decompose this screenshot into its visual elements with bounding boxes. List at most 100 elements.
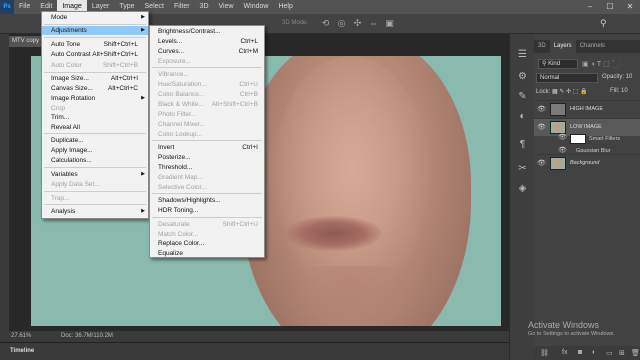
filter-type-icons[interactable]: ▣◑T⬚⬛ [582, 60, 622, 68]
menu-item-label: Invert [158, 144, 175, 151]
smart-filters-row[interactable]: 👁 Smart Filters [534, 134, 640, 145]
menu-item-reveal-all[interactable]: Reveal All [42, 123, 148, 132]
menu-item-shortcut: Ctrl+L [240, 38, 258, 45]
fill-control[interactable]: Fill: 10 [610, 88, 628, 94]
menu-item-auto-contrast[interactable]: Auto Contrast Alt+Shift+Ctrl+L [42, 50, 148, 59]
zoom-level[interactable]: 27.61% [11, 333, 31, 339]
menu-item-equalize[interactable]: Equalize [150, 249, 264, 258]
menu-item-label: Shadows/Highlights... [158, 197, 221, 204]
group-icon[interactable]: ▭ [606, 349, 613, 357]
watermark-subtitle: Go to Settings to activate Windows. [528, 331, 615, 337]
menu-item-mode[interactable]: Mode ▶ [42, 13, 148, 22]
lock-controls[interactable]: Lock: ▦ ✎ ✣ ⬚ 🔒 [536, 88, 588, 95]
menu-item-brightness-contrast[interactable]: Brightness/Contrast... [150, 27, 264, 36]
history-icon[interactable]: ☰ [516, 48, 529, 61]
menu-item-calculations[interactable]: Calculations... [42, 156, 148, 165]
layer-name: LOW IMAGE [570, 124, 602, 130]
menu-item-shortcut: Shift+Ctrl+L [103, 41, 138, 48]
new-layer-icon[interactable]: ⊞ [619, 349, 625, 357]
menu-item-label: Calculations... [51, 157, 92, 164]
layer-style-icon[interactable]: fx [562, 349, 567, 356]
photo-mouth [286, 216, 381, 251]
menu-item-auto-tone[interactable]: Auto Tone Shift+Ctrl+L [42, 40, 148, 49]
brush-icon[interactable]: ✎ [516, 90, 529, 103]
scale-3d-icon[interactable]: ▣ [384, 18, 395, 29]
photo-neck [281, 266, 421, 326]
trash-icon[interactable]: 🗑 [631, 349, 640, 357]
menu-item-image-rotation[interactable]: Image Rotation ▶ [42, 94, 148, 103]
menu-item-shortcut: Shift+Ctrl+B [102, 62, 138, 69]
search-icon[interactable]: ⚲ [600, 18, 607, 29]
menu-item-label: Variables [51, 171, 78, 178]
layer-thumbnail [550, 157, 566, 170]
layer-row-background[interactable]: 👁 Background [534, 154, 640, 172]
menu-item-analysis[interactable]: Analysis ▶ [42, 207, 148, 216]
tab-channels[interactable]: Channels [576, 40, 609, 53]
menu-item-label: Exposure... [158, 58, 191, 65]
menu-item-posterize[interactable]: Posterize... [150, 153, 264, 162]
menu-item-hdr-toning[interactable]: HDR Toning... [150, 206, 264, 215]
properties-icon[interactable]: ⚙ [516, 70, 529, 83]
menu-filter[interactable]: Filter [169, 0, 195, 14]
adjust-icon[interactable]: ◐ [516, 110, 529, 123]
menu-item-levels[interactable]: Levels... Ctrl+L [150, 37, 264, 46]
menu-item-shadows-highlights[interactable]: Shadows/Highlights... [150, 196, 264, 205]
paragraph-icon[interactable]: ¶ [516, 138, 529, 151]
menu-item-canvas-size[interactable]: Canvas Size... Alt+Ctrl+C [42, 84, 148, 93]
blend-mode-select[interactable]: Normal [536, 73, 598, 83]
cube-icon[interactable]: ◈ [516, 182, 529, 195]
visibility-eye-icon[interactable]: 👁 [537, 159, 546, 167]
menu-item-label: Match Color... [158, 231, 199, 238]
menu-item-variables[interactable]: Variables ▶ [42, 170, 148, 179]
filter-mask-thumbnail [570, 134, 586, 144]
menu-item-adjustments[interactable]: Adjustments ▶ [42, 26, 148, 35]
lock-label: Lock: [536, 89, 551, 95]
menu-view[interactable]: View [214, 0, 239, 14]
menu-item-label: Vibrance... [158, 71, 189, 78]
status-bar: 27.61% Doc: 36.7M/110.2M [9, 331, 509, 342]
menu-item-label: Duplicate... [51, 137, 84, 144]
tools-scissors-icon[interactable]: ✂ [516, 162, 529, 175]
visibility-eye-icon[interactable]: 👁 [558, 133, 567, 141]
menu-item-label: Threshold... [158, 164, 193, 171]
opacity-value[interactable]: 10 [626, 74, 633, 80]
add-mask-icon[interactable]: ◙ [578, 349, 582, 356]
roll-3d-icon[interactable]: ◎ [336, 18, 347, 29]
visibility-eye-icon[interactable]: 👁 [537, 105, 546, 113]
close-button[interactable]: ✕ [620, 0, 640, 14]
opacity-label: Opacity: [602, 74, 625, 80]
menu-item-replace-color[interactable]: Replace Color... [150, 239, 264, 248]
pan-3d-icon[interactable]: ✣ [352, 18, 363, 29]
filter-kind-select[interactable]: ⚲ Kind [538, 59, 578, 69]
menu-help[interactable]: Help [273, 0, 297, 14]
menu-item-duplicate[interactable]: Duplicate... [42, 136, 148, 145]
maximize-button[interactable]: ☐ [600, 0, 620, 14]
menu-item-label: Hue/Saturation... [158, 81, 207, 88]
visibility-eye-icon[interactable]: 👁 [558, 146, 567, 154]
tab-layers[interactable]: Layers [549, 40, 576, 53]
menu-item-image-size[interactable]: Image Size... Alt+Ctrl+I [42, 74, 148, 83]
fill-value[interactable]: 10 [621, 88, 628, 94]
tab-3d[interactable]: 3D [534, 40, 550, 53]
visibility-eye-icon[interactable]: 👁 [537, 123, 546, 131]
orbit-3d-icon[interactable]: ⟲ [320, 18, 331, 29]
menu-item-trim[interactable]: Trim... [42, 113, 148, 122]
menu-item-apply-image[interactable]: Apply Image... [42, 146, 148, 155]
adjustment-layer-icon[interactable]: ◐ [592, 349, 596, 356]
slide-3d-icon[interactable]: ⇔ [368, 18, 379, 29]
menu-item-threshold[interactable]: Threshold... [150, 163, 264, 172]
link-layers-icon[interactable]: ⛓ [540, 349, 549, 357]
menu-separator [44, 204, 146, 205]
menu-file[interactable]: File [14, 0, 35, 14]
menu-item-invert[interactable]: Invert Ctrl+I [150, 143, 264, 152]
menu-item-curves[interactable]: Curves... Ctrl+M [150, 47, 264, 56]
menu-item-label: Analysis [51, 208, 76, 215]
minimize-button[interactable]: – [580, 0, 600, 14]
activate-windows-watermark: Activate Windows Go to Settings to activ… [528, 320, 640, 337]
menu-item-shortcut: Alt+Shift+Ctrl+L [92, 51, 138, 58]
layer-row-high-image[interactable]: 👁 HIGH IMAGE [534, 100, 640, 118]
opacity-control[interactable]: Opacity: 10 [602, 74, 632, 80]
menu-window[interactable]: Window [239, 0, 274, 14]
timeline-label[interactable]: Timeline [10, 348, 34, 354]
menu-3d[interactable]: 3D [195, 0, 214, 14]
